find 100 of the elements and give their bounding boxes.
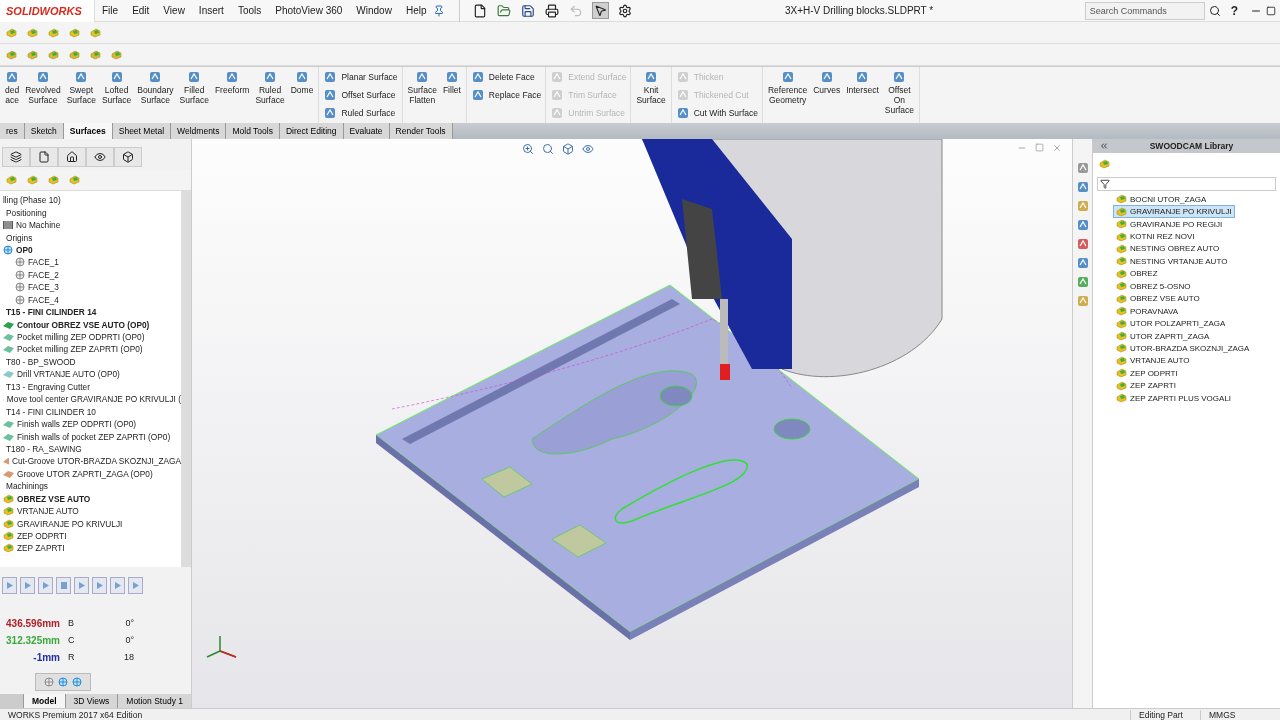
ribbon-button[interactable]: Reference Geometry [767, 70, 809, 106]
zoom-icon[interactable] [522, 143, 534, 155]
ribbon-button[interactable]: ded ace [4, 70, 21, 106]
pin-icon[interactable] [433, 4, 446, 17]
tree-item[interactable]: T15 - FINI CILINDER 14 [6, 307, 97, 318]
ribbon-tab[interactable]: Mold Tools [226, 123, 280, 139]
home-icon[interactable] [66, 151, 78, 163]
tree-item[interactable]: Groove UTOR ZAPRTI_ZAGA (OP0) [17, 468, 153, 479]
library-item[interactable]: UTOR-BRAZDA SKOZNJI_ZAGA [1113, 342, 1253, 355]
library-item[interactable]: UTOR ZAPRTI_ZAGA [1113, 329, 1213, 343]
ribbon-tab[interactable]: Weldments [171, 123, 227, 139]
menu-item[interactable]: Window [349, 5, 399, 16]
search-field[interactable]: Search Commands [1084, 1, 1205, 20]
ribbon-tab[interactable]: Sketch [24, 123, 64, 139]
tree-item[interactable]: FACE_2 [28, 269, 59, 280]
model-tab[interactable]: Motion Study 1 [117, 694, 191, 708]
library-item[interactable]: VRTANJE AUTO [1113, 354, 1193, 368]
ribbon-button[interactable]: Knit Surface [635, 70, 667, 106]
ribbon-button[interactable]: Delete Face [470, 70, 542, 84]
ribbon-button[interactable]: Replace Face [470, 88, 542, 102]
select-cursor-icon[interactable] [594, 4, 608, 17]
ribbon-button[interactable]: Ruled Surface [323, 106, 398, 120]
ribbon-tab[interactable]: res [0, 123, 25, 139]
ribbon-button[interactable]: Freeform [213, 70, 251, 96]
tree-item[interactable]: Pocket milling ZEP ZAPRTI (OP0) [17, 344, 143, 355]
tree-item[interactable]: T180 - RA_SAWING [6, 443, 82, 454]
ribbon-button[interactable]: Fillet [441, 70, 462, 96]
tree-item[interactable]: lling (Phase 10) [3, 195, 61, 206]
tree-item[interactable]: Pocket milling ZEP ODPRTI (OP0) [17, 332, 145, 343]
filter-field[interactable] [1097, 177, 1276, 191]
menu-item[interactable]: Help [398, 5, 434, 16]
library-item[interactable]: ZEP ZAPRTI [1113, 379, 1179, 392]
tree-item[interactable]: Origins [6, 232, 33, 243]
cube-icon[interactable] [122, 151, 134, 163]
ribbon-button[interactable]: Swept Surface [65, 70, 97, 106]
tree-item[interactable]: Machinings [6, 481, 48, 492]
menu-item[interactable]: Edit [125, 5, 157, 16]
units-label[interactable]: MMGS [1200, 709, 1280, 720]
model-tab[interactable]: 3D Views [64, 694, 118, 708]
library-item[interactable]: ZEP ZAPRTI PLUS VOGALI [1113, 392, 1235, 405]
library-item[interactable]: GRAVIRANJE PO KRIVULJI [1113, 205, 1235, 218]
ribbon-button[interactable]: Offset Surface [323, 88, 398, 102]
help-button[interactable]: ? [1230, 3, 1238, 18]
save-icon[interactable] [521, 3, 536, 18]
tree-item[interactable]: FACE_1 [28, 257, 59, 268]
new-document-icon[interactable] [473, 3, 488, 18]
library-item[interactable]: OBREZ [1113, 267, 1161, 281]
ribbon-button[interactable]: Offset On Surface [883, 70, 916, 116]
menu-item[interactable]: Insert [191, 5, 231, 16]
library-item[interactable]: PORAVNAVA [1113, 304, 1181, 318]
tree-item[interactable]: Move tool center GRAVIRANJE PO KRIVULJI ( [6, 394, 181, 405]
eye-icon[interactable] [582, 143, 594, 155]
tree-item[interactable]: FACE_4 [28, 294, 59, 305]
tree-item[interactable]: ZEP ZAPRTI [17, 543, 65, 554]
ribbon-button[interactable]: Surface Flatten [406, 70, 438, 106]
search-icon[interactable] [1208, 4, 1221, 17]
ribbon-button[interactable]: Cut With Surface [675, 106, 758, 120]
tree-item[interactable]: Contour OBREZ VSE AUTO (OP0) [17, 319, 150, 330]
ribbon-tab[interactable]: Render Tools [389, 123, 453, 139]
menu-item[interactable]: View [156, 5, 192, 16]
print-icon[interactable] [545, 3, 560, 18]
tree-item[interactable]: FACE_3 [28, 282, 59, 293]
ribbon-button[interactable]: Lofted Surface [100, 70, 133, 106]
tree-item[interactable]: Finish walls ZEP ODPRTI (OP0) [17, 419, 137, 430]
settings-icon[interactable] [618, 3, 633, 18]
filter-icon[interactable] [1100, 179, 1110, 189]
library-item[interactable]: GRAVIRANJE PO REGIJI [1113, 217, 1226, 231]
tree-item[interactable]: ZEP ODPRTI [17, 531, 67, 542]
tree-item[interactable]: Positioning [6, 207, 47, 218]
menu-item[interactable]: File [95, 5, 126, 16]
layers-icon[interactable] [10, 151, 22, 163]
ribbon-button[interactable]: Revolved Surface [24, 70, 62, 106]
document-icon[interactable] [38, 151, 50, 163]
restore-icon[interactable] [1266, 5, 1276, 16]
library-item[interactable]: NESTING VRTANJE AUTO [1113, 255, 1231, 268]
open-folder-icon[interactable] [497, 3, 512, 18]
library-item[interactable]: ZEP ODPRTI [1113, 367, 1181, 380]
tree-item[interactable]: VRTANJE AUTO [17, 506, 79, 517]
library-item[interactable]: OBREZ 5-OSNO [1113, 280, 1194, 293]
library-item[interactable]: KOTNI REZ NOVI [1113, 230, 1198, 243]
tree-item[interactable]: Finish walls of pocket ZEP ZAPRTI (OP0) [17, 431, 171, 442]
tree-item[interactable]: T13 - Engraving Cutter [6, 381, 90, 392]
ribbon-button[interactable]: Curves [812, 70, 842, 96]
ribbon-button[interactable]: Ruled Surface [254, 70, 286, 106]
library-item[interactable]: UTOR POLZAPRTI_ZAGA [1113, 317, 1229, 330]
tree-item[interactable]: GRAVIRANJE PO KRIVULJI [17, 518, 123, 529]
library-item[interactable]: OBREZ VSE AUTO [1113, 292, 1203, 305]
tree-item[interactable]: OBREZ VSE AUTO [17, 493, 91, 504]
ribbon-tab[interactable]: Surfaces [63, 123, 113, 139]
library-item[interactable]: NESTING OBREZ AUTO [1113, 242, 1223, 256]
ribbon-button[interactable]: Intersect [845, 70, 880, 96]
tree-item[interactable]: OP0 [16, 244, 33, 255]
ribbon-button[interactable]: Dome [289, 70, 315, 96]
tree-item[interactable]: No Machine [16, 220, 61, 231]
menu-item[interactable]: Tools [230, 5, 269, 16]
tree-item[interactable]: T80 - BP_SWOOD [6, 356, 76, 367]
collapse-icon[interactable] [1099, 141, 1109, 151]
menu-item[interactable]: PhotoView 360 [268, 5, 350, 16]
search-icon[interactable] [542, 143, 554, 155]
ribbon-tab[interactable]: Sheet Metal [112, 123, 172, 139]
